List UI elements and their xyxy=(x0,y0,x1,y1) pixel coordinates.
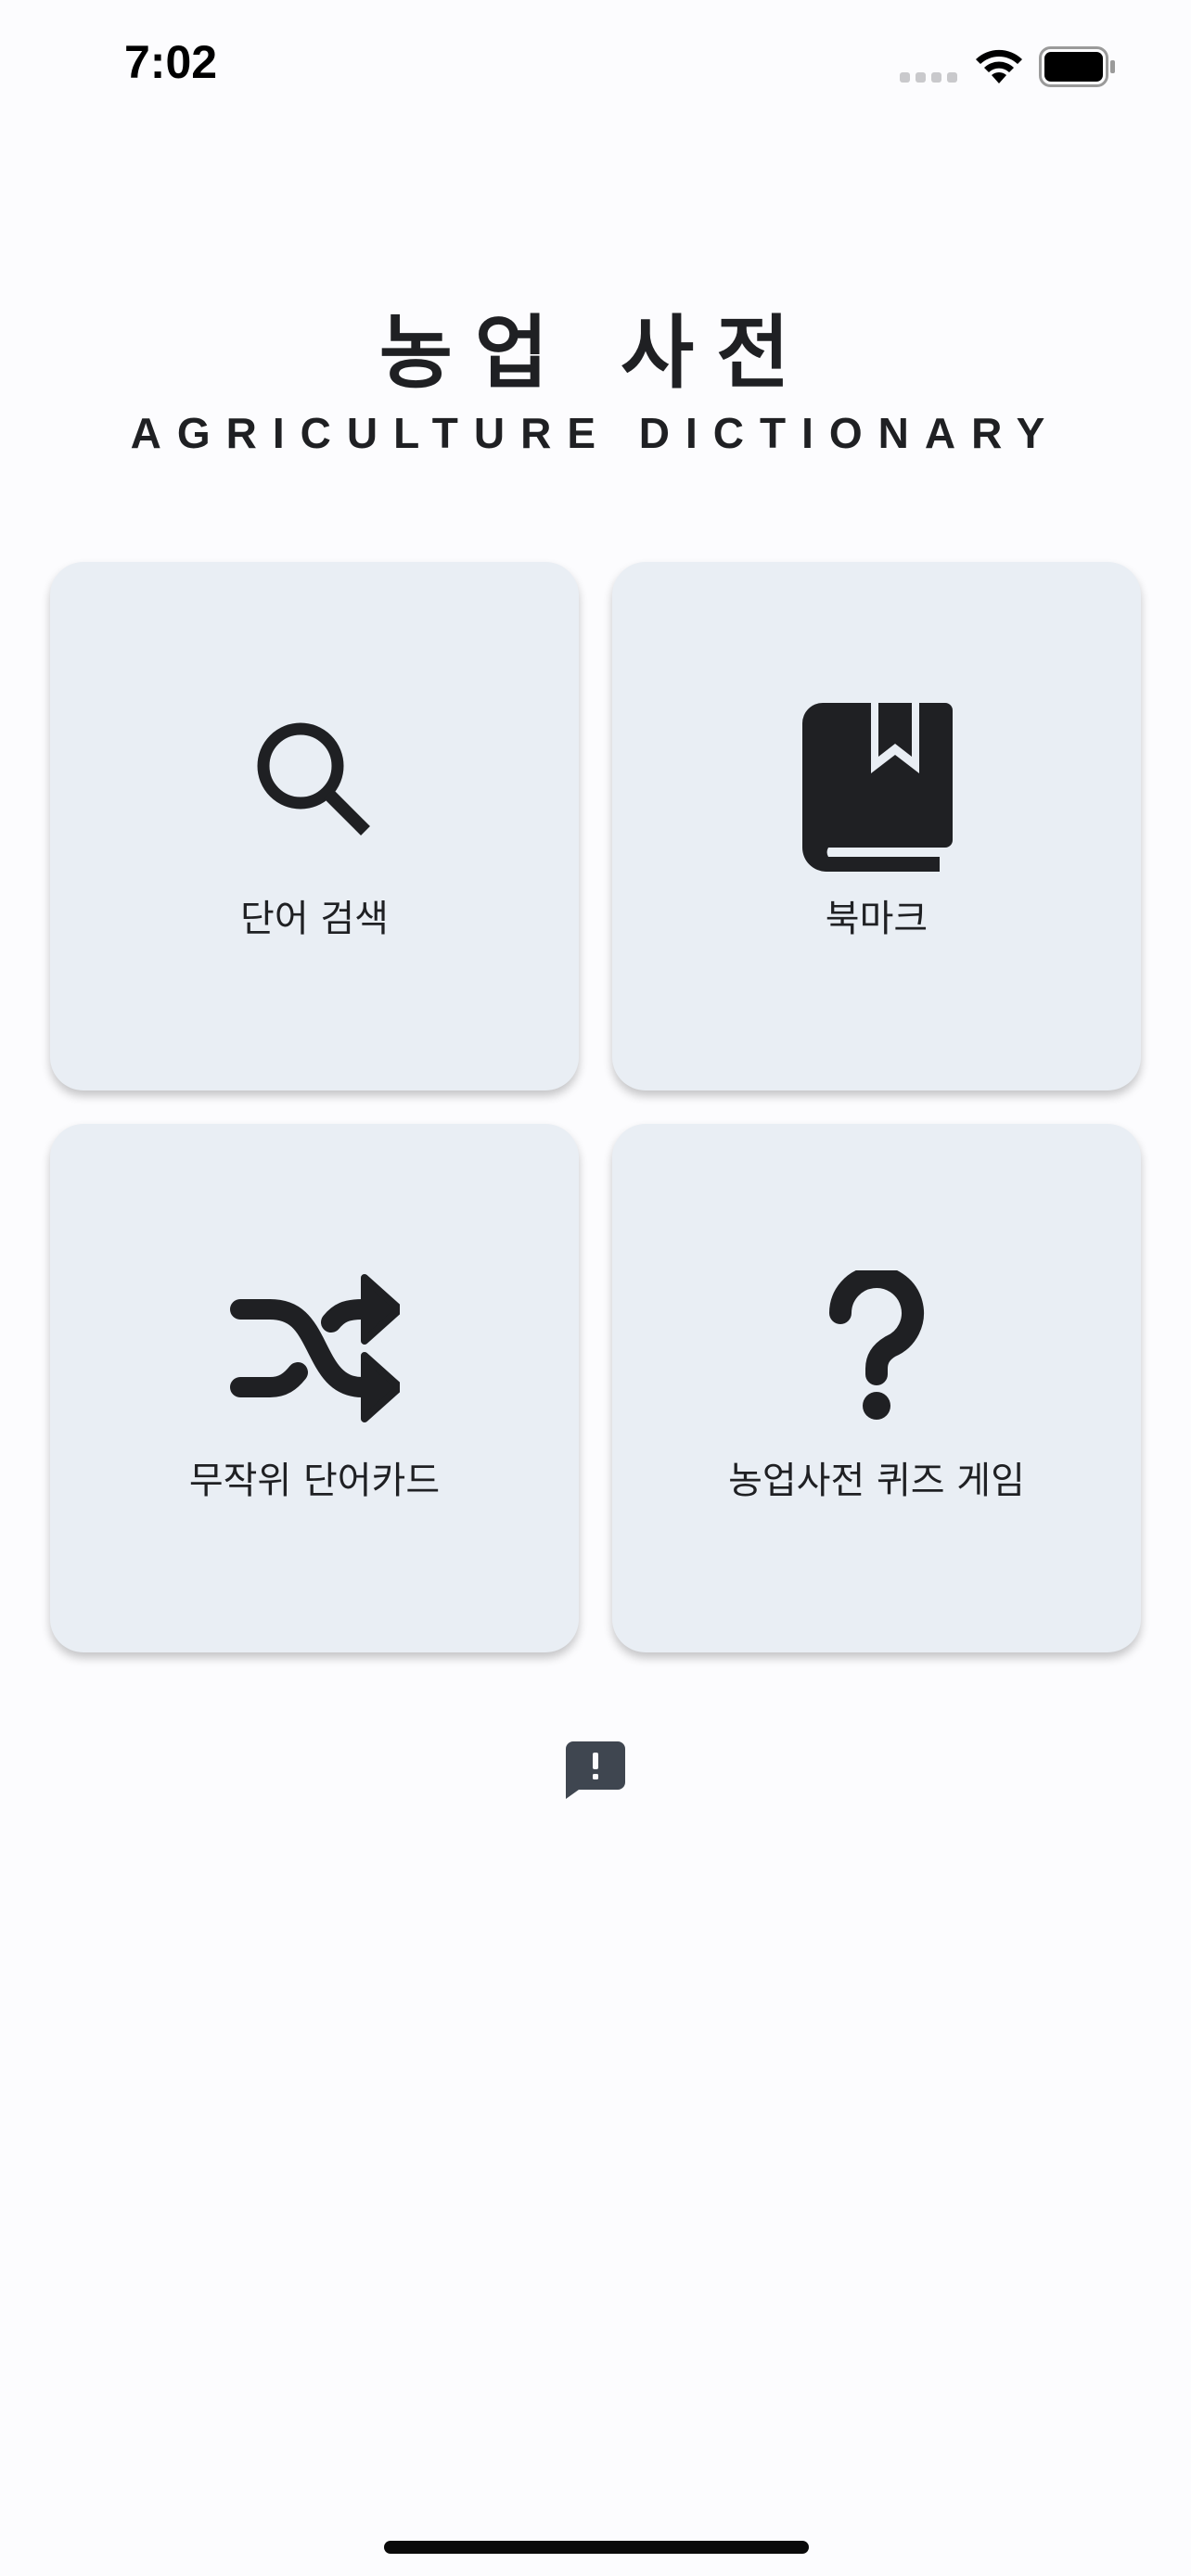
bookmark-button[interactable]: 북마크 xyxy=(612,562,1141,1090)
search-icon xyxy=(257,722,370,835)
word-search-label: 단어 검색 xyxy=(240,898,389,940)
home-screen: 7:02 농업 사전 AGRICULTURE DICTIONARY 단어 검색 … xyxy=(0,0,1191,2576)
page-title: 농업 사전 xyxy=(378,307,813,400)
feedback-report-icon[interactable] xyxy=(566,1741,625,1799)
random-word-card-button[interactable]: 무작위 단어카드 xyxy=(50,1124,579,1652)
word-search-button[interactable]: 단어 검색 xyxy=(50,562,579,1090)
question-mark-icon xyxy=(829,1270,924,1420)
random-word-card-label: 무작위 단어카드 xyxy=(188,1460,441,1502)
home-indicator[interactable] xyxy=(384,2541,809,2554)
page-subtitle: AGRICULTURE DICTIONARY xyxy=(130,409,1061,457)
status-time: 7:02 xyxy=(124,36,218,88)
shuffle-icon xyxy=(230,1274,400,1422)
bookmark-label: 북마크 xyxy=(825,898,928,940)
quiz-game-label: 농업사전 퀴즈 게임 xyxy=(728,1460,1025,1502)
battery-full-icon xyxy=(1039,46,1115,87)
quiz-game-button[interactable]: 농업사전 퀴즈 게임 xyxy=(612,1124,1141,1652)
bookmark-book-icon xyxy=(802,703,953,872)
wifi-icon xyxy=(976,49,1022,83)
cellular-signal-icon xyxy=(900,72,957,83)
